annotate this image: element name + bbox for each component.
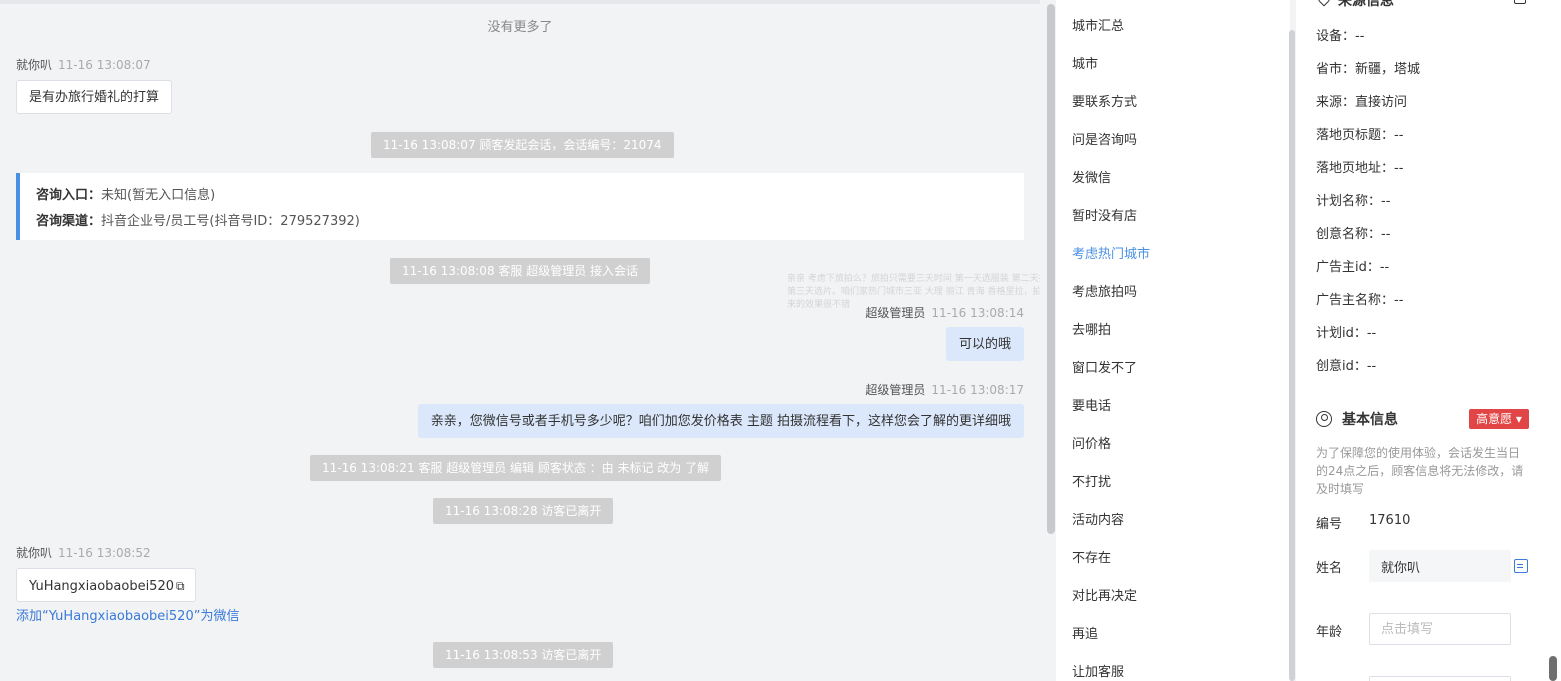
edit-notice: 为了保障您的使用体验，会话发生当日的24点之后，顾客信息将无法修改，请及时填写	[1316, 446, 1524, 496]
chat-scrollbar[interactable]	[1047, 4, 1055, 534]
message-text: YuHangxiaobaobei520	[29, 579, 174, 594]
customer-message: 是有办旅行婚礼的打算	[16, 80, 173, 114]
message-meta: 超级管理员 11-16 13:08:17	[865, 381, 1024, 398]
phrase-item[interactable]: 再追	[1072, 625, 1098, 645]
name-field[interactable]	[1369, 550, 1511, 582]
message-meta: 超级管理员 11-16 13:08:14	[865, 304, 1024, 321]
phrase-item[interactable]: 要联系方式	[1072, 93, 1137, 113]
no-more-text: 没有更多了	[487, 20, 553, 35]
phrase-item[interactable]: 让加客服	[1072, 663, 1124, 681]
phrase-item[interactable]: 考虑旅拍吗	[1072, 283, 1137, 303]
source-field: 创意名称：--	[1316, 227, 1391, 242]
system-message: 11-16 13:08:07 顾客发起会话，会话编号：21074	[371, 132, 674, 158]
channel-label: 咨询渠道：	[36, 214, 102, 229]
source-field: 落地页标题：--	[1316, 128, 1404, 143]
edit-icon[interactable]	[1514, 0, 1526, 4]
phrase-item[interactable]: 去哪拍	[1072, 321, 1111, 341]
customer-message: YuHangxiaobaobei520 ⧉	[16, 568, 196, 602]
source-field: 广告主id：--	[1316, 260, 1390, 275]
next-field[interactable]	[1369, 676, 1511, 681]
entry-value: 未知(暂无入口信息)	[101, 188, 216, 203]
message-time: 11-16 13:08:14	[931, 306, 1024, 320]
add-wechat-link[interactable]: 添加“YuHangxiaobaobei520”为微信	[16, 605, 239, 624]
source-field: 来源：直接访问	[1316, 95, 1408, 110]
message-time: 11-16 13:08:17	[931, 383, 1024, 397]
phrase-item[interactable]: 城市汇总	[1072, 17, 1124, 37]
age-field[interactable]	[1369, 613, 1511, 645]
sender-name: 超级管理员	[865, 383, 926, 397]
phrase-item[interactable]: 问是咨询吗	[1072, 131, 1137, 151]
phrase-item[interactable]: 暂时没有店	[1072, 207, 1137, 227]
phrase-item[interactable]: 发微信	[1072, 169, 1111, 189]
phrases-scrollbar[interactable]	[1289, 30, 1295, 681]
phrase-item-active[interactable]: 考虑热门城市	[1072, 245, 1150, 265]
consult-info-card: 咨询入口：未知(暂无入口信息) 咨询渠道：抖音企业号/员工号(抖音号ID：279…	[16, 173, 1024, 240]
copy-name-icon[interactable]	[1514, 559, 1528, 573]
message-meta: 就你叭 11-16 13:08:07	[16, 56, 151, 73]
phrase-item[interactable]: 城市	[1072, 55, 1098, 75]
info-scrollbar[interactable]	[1549, 656, 1557, 681]
phrase-item[interactable]: 不存在	[1072, 549, 1111, 569]
source-field: 计划名称：--	[1316, 194, 1391, 209]
phrase-item[interactable]: 要电话	[1072, 397, 1111, 417]
id-value: 17610	[1369, 513, 1411, 528]
source-field: 创意id：--	[1316, 359, 1377, 374]
user-circle-icon	[1316, 411, 1332, 427]
phrase-item[interactable]: 窗口发不了	[1072, 359, 1137, 379]
name-label: 姓名	[1316, 561, 1343, 576]
source-field: 落地页地址：--	[1316, 161, 1404, 176]
source-field: 设备：--	[1316, 29, 1365, 44]
chat-top-divider	[0, 0, 1040, 4]
agent-message: 亲亲，您微信号或者手机号多少呢？咱们加您发价格表 主题 拍摄流程看下，这样您会了…	[417, 404, 1024, 438]
customer-info-panel: 来源信息 设备：-- 省市：新疆，塔城 来源：直接访问 落地页标题：-- 落地页…	[1296, 0, 1561, 681]
quick-phrases-panel: 城市汇总 城市 要联系方式 问是咨询吗 发微信 暂时没有店 考虑热门城市 考虑旅…	[1056, 0, 1290, 681]
sender-name: 就你叭	[16, 546, 53, 560]
phrase-item[interactable]: 不打扰	[1072, 473, 1111, 493]
system-message: 11-16 13:08:53 访客已离开	[433, 642, 614, 668]
chat-panel: 没有更多了 就你叭 11-16 13:08:07 是有办旅行婚礼的打算 11-16…	[0, 0, 1057, 681]
sender-name: 超级管理员	[865, 306, 926, 320]
id-label: 编号	[1316, 517, 1343, 532]
phrase-item[interactable]: 活动内容	[1072, 511, 1124, 531]
location-pin-icon	[1315, 0, 1333, 7]
sender-name: 就你叭	[16, 58, 53, 72]
entry-label: 咨询入口：	[36, 188, 102, 203]
phrase-item[interactable]: 对比再决定	[1072, 587, 1137, 607]
source-field: 省市：新疆，塔城	[1316, 62, 1421, 77]
channel-value: 抖音企业号/员工号(抖音号ID：279527392)	[101, 214, 360, 229]
message-meta: 就你叭 11-16 13:08:52	[16, 544, 151, 561]
system-message: 11-16 13:08:21 客服 超级管理员 编辑 顾客状态 ：由 未标记 改…	[310, 455, 722, 481]
system-message: 11-16 13:08:08 客服 超级管理员 接入会话	[390, 258, 651, 284]
message-time: 11-16 13:08:07	[58, 58, 151, 72]
message-time: 11-16 13:08:52	[58, 546, 151, 560]
system-message: 11-16 13:08:28 访客已离开	[433, 498, 614, 524]
source-info-title: 来源信息	[1338, 0, 1394, 9]
copy-icon[interactable]: ⧉	[176, 579, 185, 593]
age-label: 年龄	[1316, 625, 1343, 640]
source-field: 广告主名称：--	[1316, 293, 1404, 308]
basic-info-title: 基本信息	[1342, 412, 1398, 428]
phrase-item[interactable]: 问价格	[1072, 435, 1111, 455]
source-field: 计划id：--	[1316, 326, 1377, 341]
agent-message: 可以的哦	[945, 327, 1024, 361]
intent-tag-dropdown[interactable]: 高意愿 ▾	[1469, 409, 1529, 429]
